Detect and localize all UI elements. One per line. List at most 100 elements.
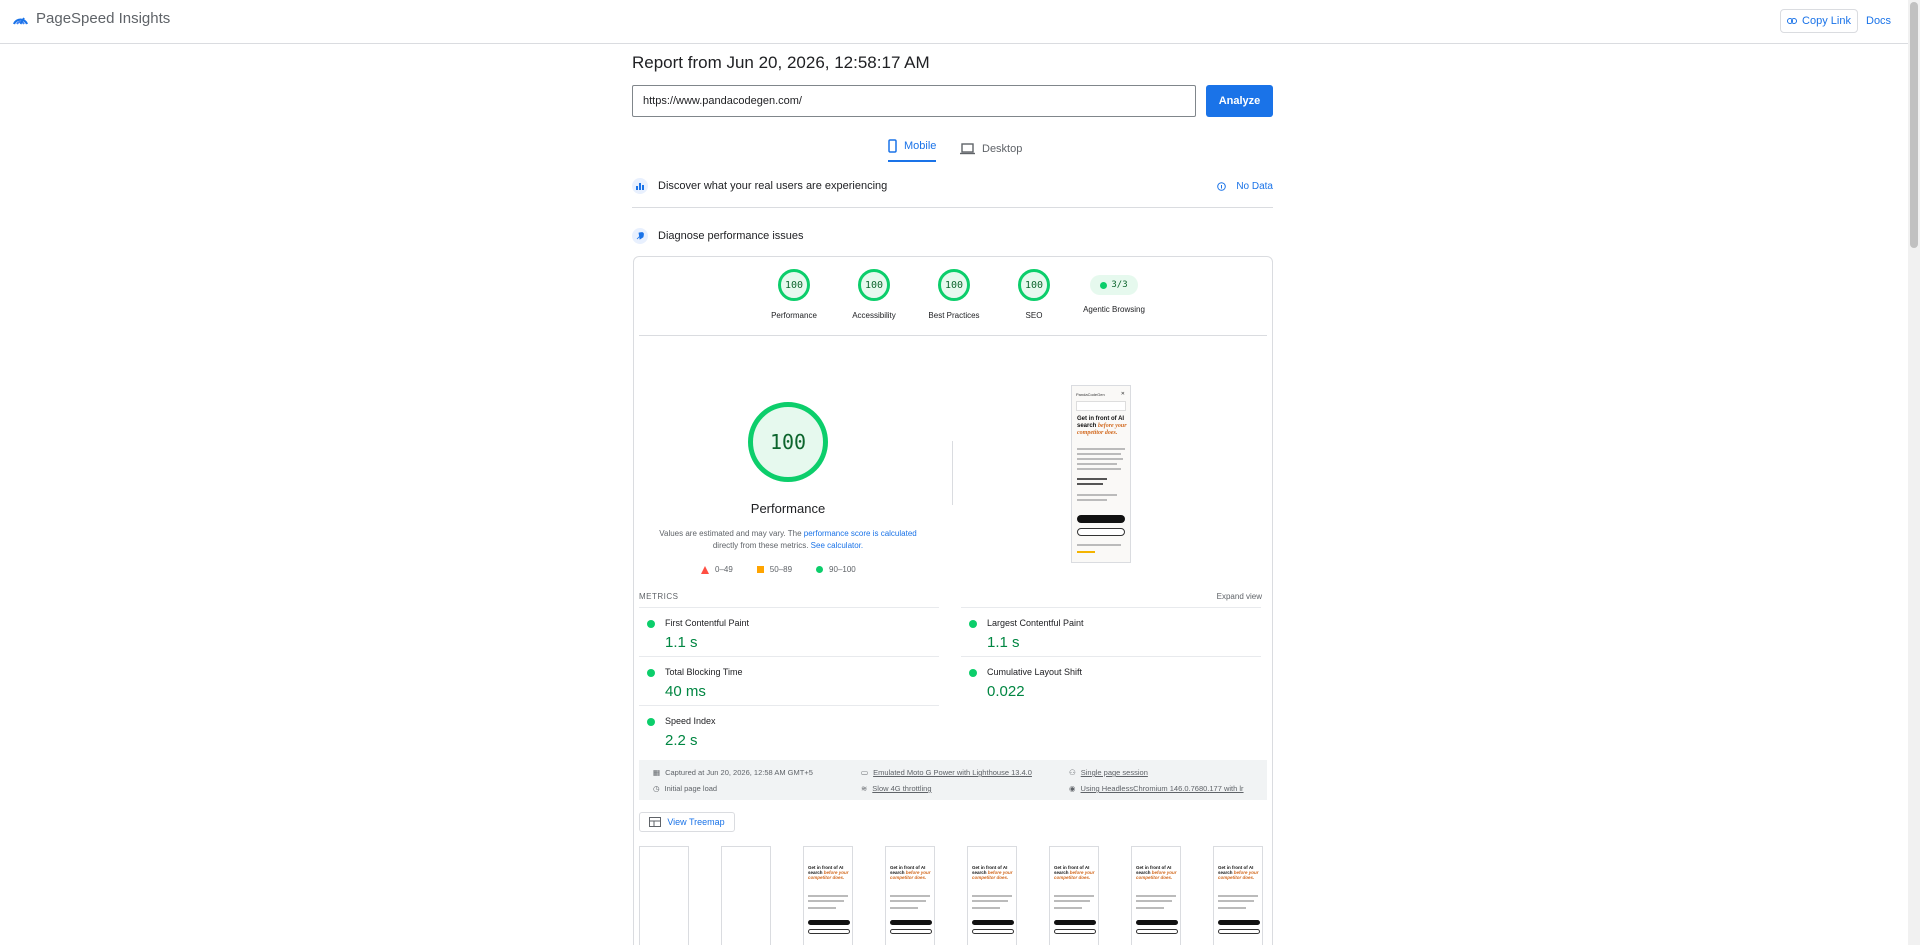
- frame-secondary-button: [1218, 929, 1260, 934]
- docs-link[interactable]: Docs: [1866, 15, 1891, 27]
- users-chart-icon: [632, 178, 648, 194]
- frame-headline: Get in front of AI search before your co…: [1136, 865, 1180, 880]
- gauge-label: SEO: [1025, 311, 1043, 320]
- filmstrip-frame[interactable]: Get in front of AI search before your co…: [1049, 846, 1099, 945]
- frame-headline: Get in front of AI search before your co…: [1054, 865, 1098, 880]
- gauge-score: 100: [938, 269, 970, 301]
- metric-value: 2.2 s: [665, 732, 698, 749]
- gauge-seo[interactable]: 100 SEO: [994, 269, 1074, 320]
- gauge-label: Agentic Browsing: [1083, 305, 1145, 314]
- text-line: [1077, 453, 1121, 455]
- text-line: [972, 900, 1008, 902]
- frame-primary-button: [1136, 920, 1178, 925]
- frame-headline: Get in front of AI search before your co…: [890, 865, 934, 880]
- device-info[interactable]: ▭ Emulated Moto G Power with Lighthouse 1…: [861, 768, 1032, 777]
- score-legend: 0–49 50–89 90–100: [701, 565, 856, 574]
- circle-icon: [816, 566, 824, 573]
- section-divider: [632, 207, 1273, 208]
- text-line: [1077, 499, 1107, 501]
- info-text: Using HeadlessChromium 146.0.7680.177 wi…: [1080, 784, 1244, 793]
- mobile-icon: [888, 139, 897, 153]
- timer-icon: ◷: [653, 784, 660, 793]
- gauge-label: Performance: [771, 311, 817, 320]
- vertical-divider: [952, 441, 953, 505]
- score-gauges: 100 Performance 100 Accessibility 100 Be…: [634, 269, 1272, 329]
- analyze-button[interactable]: Analyze: [1206, 85, 1273, 117]
- metric-value: 1.1 s: [665, 634, 698, 651]
- desktop-icon: [960, 143, 975, 155]
- device-icon: ▭: [861, 768, 869, 777]
- screenshot-banner: [1076, 401, 1126, 411]
- text-line: [1218, 907, 1246, 909]
- calendar-icon: ▦: [653, 768, 661, 777]
- filmstrip-frame[interactable]: Get in front of AI search before your co…: [885, 846, 935, 945]
- scrollbar-thumb[interactable]: [1910, 2, 1918, 248]
- text-line: [1077, 448, 1125, 450]
- frame-primary-button: [808, 920, 850, 925]
- frame-headline: Get in front of AI search before your co…: [808, 865, 852, 880]
- metric-speed-index: Speed Index 2.2 s: [639, 705, 939, 754]
- view-treemap-button[interactable]: View Treemap: [639, 812, 735, 832]
- info-text: Emulated Moto G Power with Lighthouse 13…: [873, 768, 1032, 777]
- frame-headline: Get in front of AI search before your co…: [1218, 865, 1262, 880]
- expand-view-toggle[interactable]: Expand view: [1217, 592, 1262, 601]
- performance-score-link[interactable]: performance score is calculated: [804, 529, 917, 538]
- gauge-score: 100: [858, 269, 890, 301]
- brand[interactable]: PageSpeed Insights: [12, 10, 170, 27]
- gauge-agentic-browsing[interactable]: 3/3 Agentic Browsing: [1074, 269, 1154, 314]
- field-data-section[interactable]: Discover what your real users are experi…: [632, 178, 1273, 194]
- tab-desktop-label: Desktop: [982, 143, 1023, 155]
- gauge-best-practices[interactable]: 100 Best Practices: [914, 269, 994, 320]
- screenshot-secondary-button: [1077, 528, 1125, 536]
- info-text: Initial page load: [664, 784, 718, 793]
- metric-value: 0.022: [987, 683, 1025, 700]
- browser-icon: ◉: [1069, 784, 1076, 793]
- text-line: [808, 895, 848, 897]
- legend-label: 0–49: [715, 565, 733, 574]
- throttling-info[interactable]: ≋ Slow 4G throttling: [861, 784, 932, 793]
- screenshot-headline: Get in front of AI search before your co…: [1077, 416, 1129, 437]
- filmstrip-frame[interactable]: Get in front of AI search before your co…: [967, 846, 1017, 945]
- no-data-indicator[interactable]: No Data: [1217, 181, 1273, 192]
- session-info[interactable]: ⚇ Single page session: [1069, 768, 1148, 777]
- agentic-value: 3/3: [1111, 280, 1128, 290]
- filmstrip-frame[interactable]: [639, 846, 689, 945]
- filmstrip-frame[interactable]: Get in front of AI search before your co…: [1131, 846, 1181, 945]
- filmstrip-frame[interactable]: [721, 846, 771, 945]
- pass-dot-icon: [1100, 281, 1108, 289]
- copy-link-label: Copy Link: [1802, 15, 1851, 27]
- legend-fail: 0–49: [701, 565, 733, 574]
- tab-desktop[interactable]: Desktop: [960, 136, 1022, 162]
- rating-line: [1077, 551, 1095, 553]
- tab-mobile[interactable]: Mobile: [888, 136, 937, 162]
- gauge-score: 100: [778, 269, 810, 301]
- filmstrip-frame[interactable]: Get in front of AI search before your co…: [1213, 846, 1263, 945]
- legend-label: 50–89: [769, 565, 793, 574]
- pagespeed-logo-icon: [12, 17, 29, 25]
- frame-primary-button: [1218, 920, 1260, 925]
- note-text: directly from these metrics.: [712, 541, 811, 550]
- no-data-label: No Data: [1236, 180, 1273, 192]
- text-line: [1136, 907, 1164, 909]
- gauge-label: Best Practices: [928, 311, 980, 320]
- text-line: [1077, 544, 1121, 546]
- text-line: [1077, 468, 1121, 470]
- filmstrip-frame[interactable]: Get in front of AI search before your co…: [803, 846, 853, 945]
- final-screenshot[interactable]: PandaCodeGen ✕ Get in front of AI search…: [1071, 385, 1131, 563]
- see-calculator-link[interactable]: See calculator.: [811, 541, 863, 550]
- filmstrip: Get in front of AI search before your co…: [639, 846, 1267, 945]
- text-line: [890, 895, 930, 897]
- metric-tbt: Total Blocking Time 40 ms: [639, 656, 939, 705]
- gauge-accessibility[interactable]: 100 Accessibility: [834, 269, 914, 320]
- browser-info[interactable]: ◉ Using HeadlessChromium 146.0.7680.177 w…: [1069, 784, 1259, 793]
- wifi-icon: ≋: [861, 784, 868, 793]
- field-data-label: Discover what your real users are experi…: [658, 180, 888, 192]
- screenshot-brand: PandaCodeGen: [1076, 392, 1105, 397]
- gauge-performance[interactable]: 100 Performance: [754, 269, 834, 320]
- info-icon: [1217, 181, 1227, 191]
- text-line: [1077, 458, 1123, 460]
- url-input[interactable]: [632, 85, 1196, 117]
- metric-name: Largest Contentful Paint: [987, 618, 1084, 628]
- copy-link-button[interactable]: Copy Link: [1780, 9, 1858, 33]
- legend-average: 50–89: [756, 565, 793, 574]
